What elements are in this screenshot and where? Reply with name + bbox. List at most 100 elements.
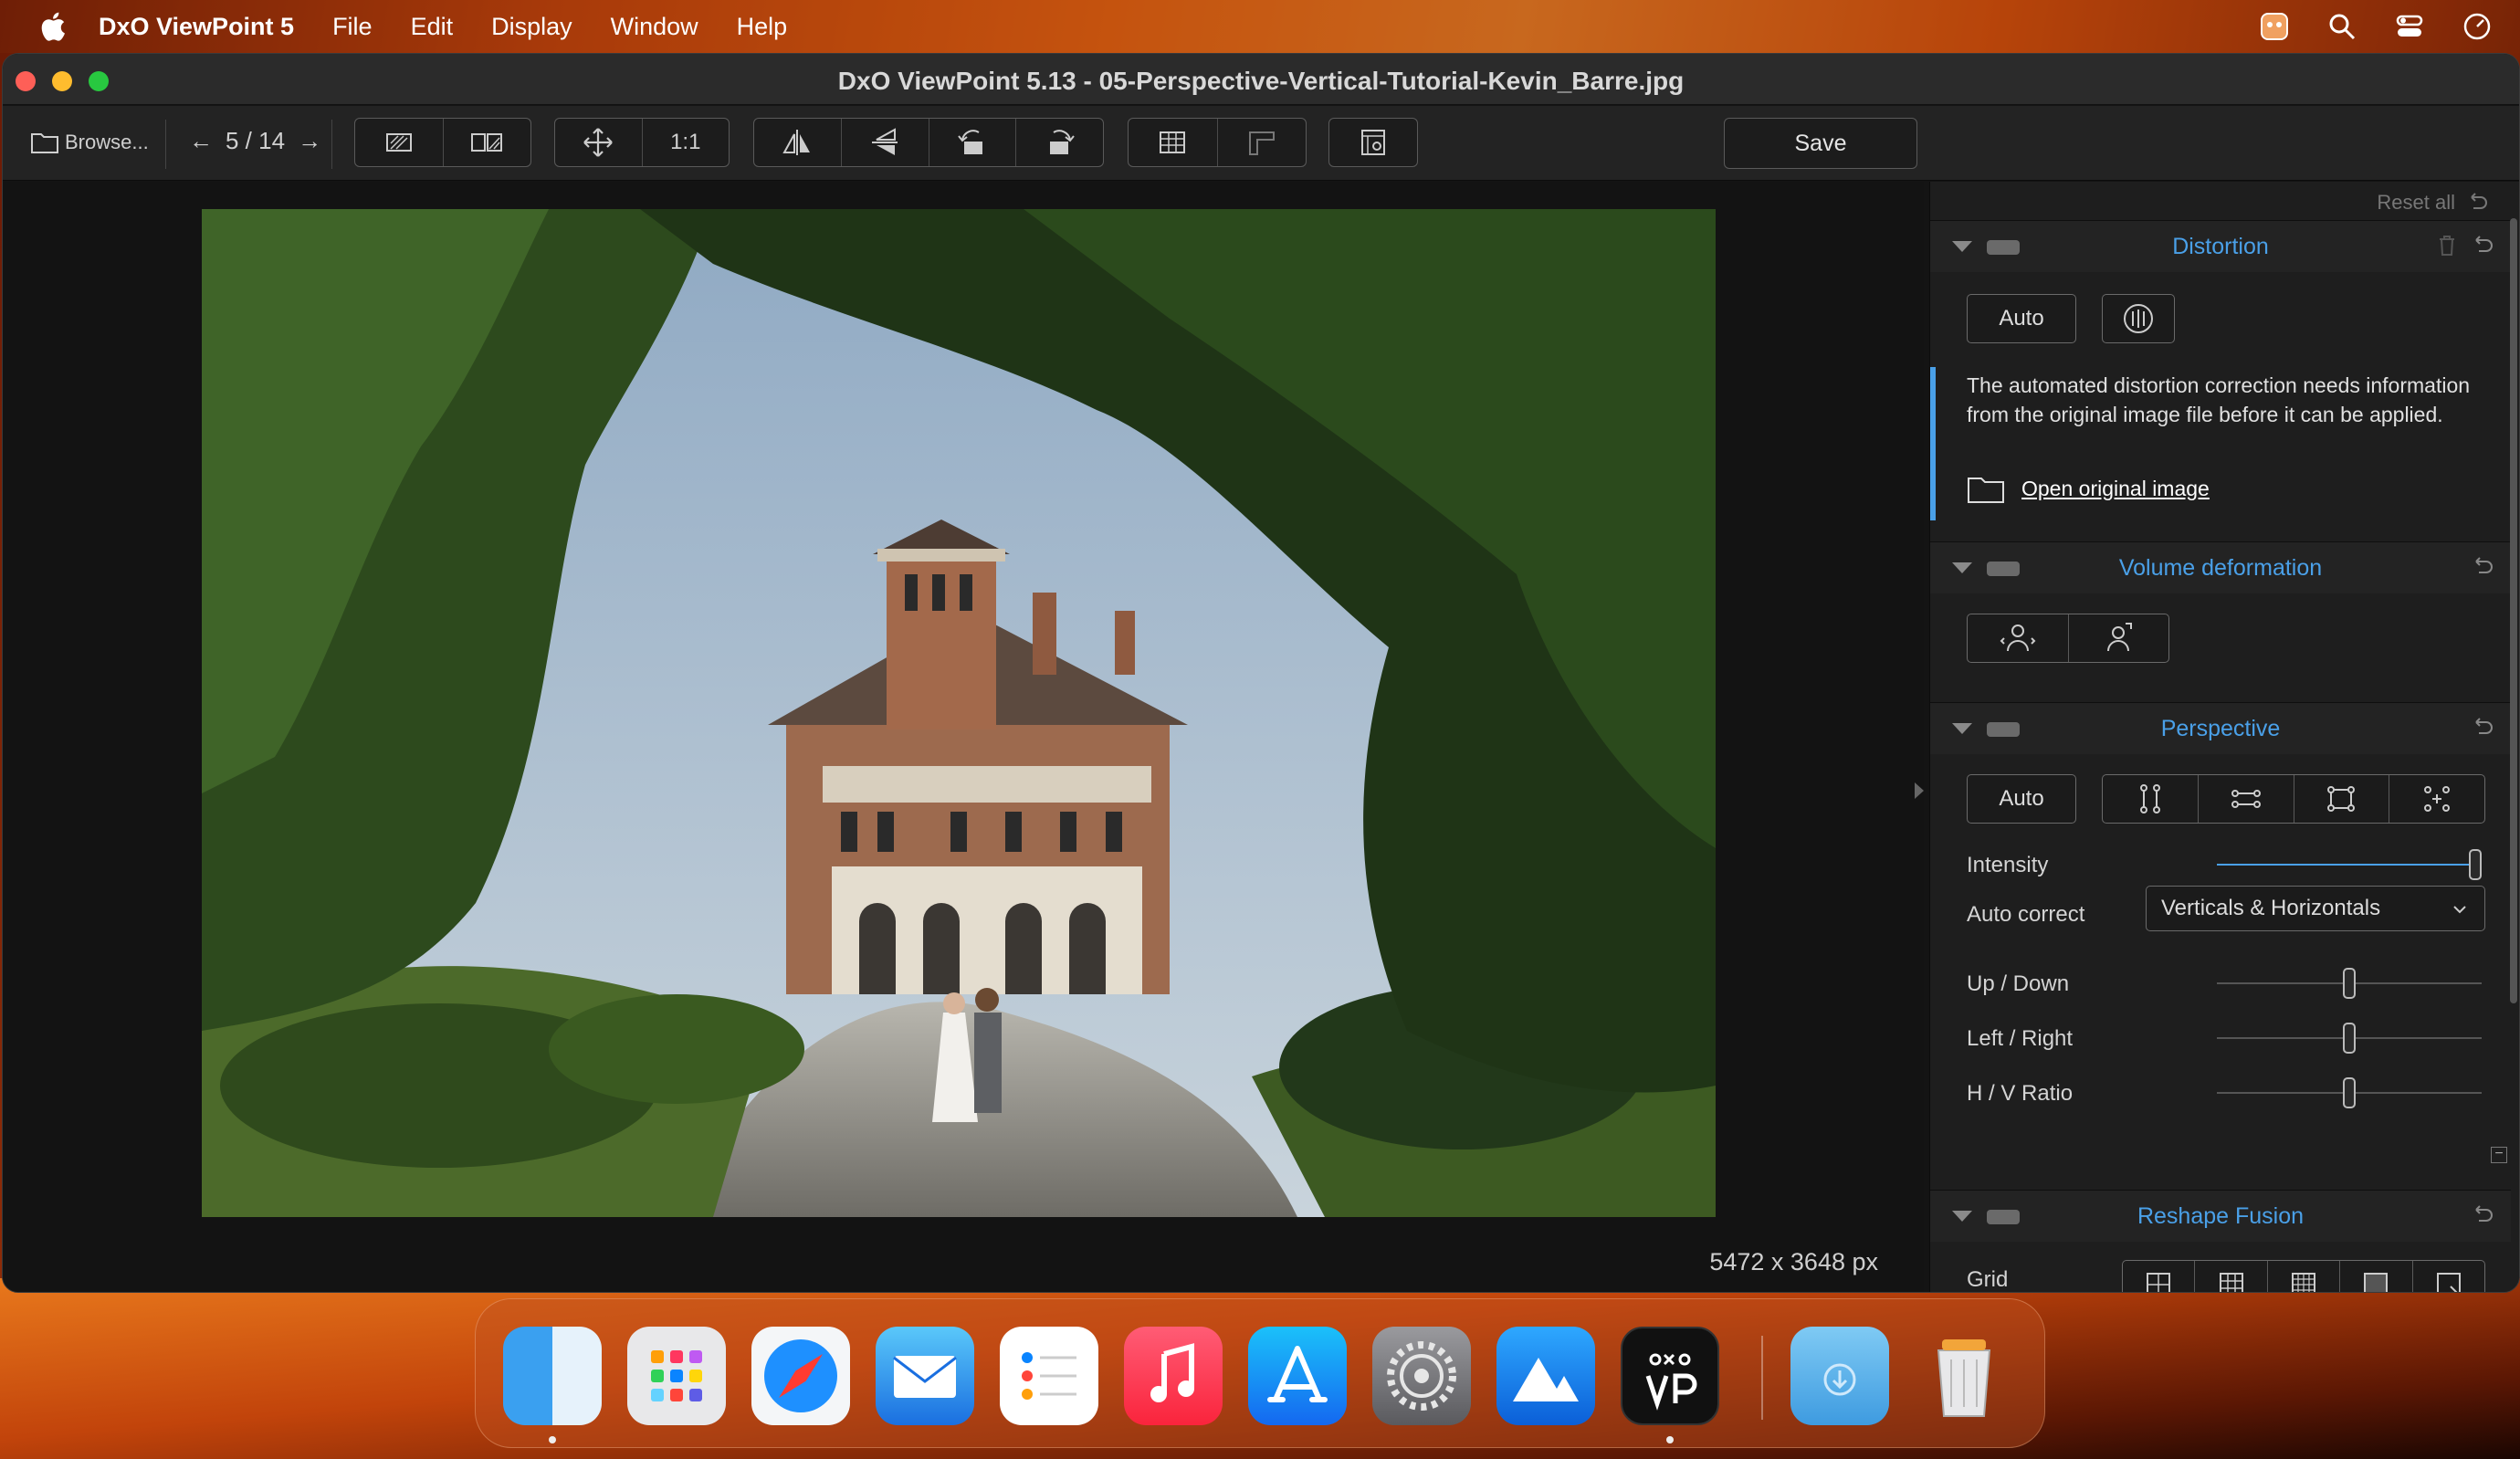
dock-finder-icon[interactable] [503, 1327, 602, 1425]
panel-toggle-group [1328, 118, 1418, 167]
menu-app-name[interactable]: DxO ViewPoint 5 [99, 13, 294, 41]
grid-dense-button[interactable] [2339, 1261, 2411, 1292]
reset-all-button[interactable]: Reset all [2377, 191, 2488, 215]
image-navigation: ← 5 / 14 → [189, 127, 321, 155]
horizontal-lines-button[interactable] [2197, 775, 2294, 823]
intensity-slider-thumb[interactable] [2469, 849, 2482, 880]
grid-custom-button[interactable] [2411, 1261, 2484, 1292]
launchpad-grid-icon [651, 1350, 702, 1401]
rotate-right-icon [1049, 130, 1075, 154]
grid-dense-icon [2364, 1273, 2389, 1292]
folder-icon [31, 133, 58, 153]
status-app-icon[interactable] [2259, 11, 2290, 42]
hv-ratio-slider-thumb[interactable] [2343, 1077, 2356, 1108]
dock-music-icon[interactable] [1124, 1327, 1223, 1425]
menu-edit[interactable]: Edit [411, 13, 454, 41]
left-right-slider-thumb[interactable] [2343, 1023, 2356, 1054]
chevron-down-icon [2453, 906, 2466, 914]
dock-launchpad-icon[interactable] [627, 1327, 726, 1425]
before-after-button[interactable] [355, 119, 443, 166]
reshape-fusion-header[interactable]: Reshape Fusion [1930, 1191, 2511, 1242]
dock [475, 1298, 2045, 1448]
collapse-panel-icon[interactable] [1915, 782, 1924, 799]
undo-icon[interactable] [2471, 555, 2494, 579]
dock-downloads-folder-icon[interactable] [1790, 1327, 1889, 1425]
flip-vertical-button[interactable] [840, 119, 929, 166]
menu-help[interactable]: Help [737, 13, 788, 41]
open-original-label: Open original image [2021, 476, 2210, 500]
move-tool-button[interactable] [555, 119, 642, 166]
fisheye-button[interactable] [2102, 294, 2175, 343]
perspective-header[interactable]: Perspective [1930, 703, 2511, 754]
undo-icon[interactable] [2471, 234, 2494, 257]
apple-logo-icon[interactable] [37, 10, 68, 43]
control-center-icon[interactable] [2394, 11, 2425, 42]
dock-app-store-icon[interactable] [1248, 1327, 1347, 1425]
save-button[interactable]: Save [1724, 118, 1917, 169]
eight-points-icon [2424, 786, 2451, 812]
zoom-1-1-button[interactable]: 1:1 [641, 119, 730, 166]
reset-all-label: Reset all [2377, 191, 2455, 214]
grid-4x4-button[interactable] [2266, 1261, 2339, 1292]
image-dimensions: 5472 x 3648 px [1709, 1248, 1878, 1275]
clock-icon[interactable] [2462, 11, 2493, 42]
intensity-slider-track[interactable] [2217, 864, 2482, 866]
dock-mail-icon[interactable] [876, 1327, 974, 1425]
dock-system-settings-icon[interactable] [1372, 1327, 1471, 1425]
gear-icon [1387, 1341, 1456, 1411]
dock-safari-icon[interactable] [751, 1327, 850, 1425]
rectangle-button[interactable] [2293, 775, 2389, 823]
palette-settings-button[interactable] [1329, 119, 1417, 166]
trash-icon[interactable] [2436, 234, 2458, 257]
grid-4x4-icon [2292, 1273, 2316, 1292]
menu-window[interactable]: Window [611, 13, 698, 41]
toolbar-divider [165, 120, 166, 169]
grid-overlay-button[interactable] [1129, 119, 1217, 166]
mountain-icon [1513, 1358, 1579, 1401]
volume-deformation-header[interactable]: Volume deformation [1930, 542, 2511, 593]
up-down-label: Up / Down [1967, 971, 2070, 996]
dock-trash-icon[interactable] [1915, 1327, 2013, 1425]
grid-2x2-button[interactable] [2123, 1261, 2194, 1292]
distortion-auto-button[interactable]: Auto [1967, 294, 2076, 343]
distortion-header[interactable]: Distortion [1930, 221, 2511, 272]
grid-3x3-button[interactable] [2194, 1261, 2266, 1292]
undo-icon[interactable] [2471, 1203, 2494, 1227]
vertical-lines-button[interactable] [2103, 775, 2198, 823]
auto-correct-dropdown[interactable]: Verticals & Horizontals [2146, 886, 2485, 931]
cylindrical-button[interactable] [1968, 614, 2068, 662]
spotlight-search-icon[interactable] [2326, 11, 2357, 42]
open-original-link[interactable]: Open original image [1967, 473, 2210, 504]
minimize-section-icon[interactable]: − [2491, 1147, 2507, 1163]
person-diagonal-icon [2107, 623, 2133, 652]
next-image-arrow-icon[interactable]: → [298, 127, 321, 155]
menu-display[interactable]: Display [491, 13, 572, 41]
grid-label: Grid [1967, 1267, 2009, 1292]
rotate-left-button[interactable] [928, 119, 1016, 166]
music-note-icon [1150, 1343, 1194, 1402]
rotate-right-button[interactable] [1015, 119, 1103, 166]
dock-reminders-icon[interactable] [1000, 1327, 1098, 1425]
running-indicator [549, 1436, 556, 1443]
image-viewer[interactable]: 5472 x 3648 px [3, 182, 1924, 1292]
toolbar-divider [331, 120, 332, 169]
compass-icon [764, 1339, 837, 1412]
diagonal-button[interactable] [2067, 614, 2169, 662]
dock-dxo-viewpoint-icon[interactable] [1621, 1327, 1719, 1425]
flip-horizontal-button[interactable] [754, 119, 841, 166]
undo-icon[interactable] [2471, 716, 2494, 740]
rectangle-icon [2327, 786, 2356, 812]
dock-affinity-icon[interactable] [1496, 1327, 1595, 1425]
eight-points-button[interactable] [2389, 775, 2484, 823]
split-view-button[interactable] [442, 119, 531, 166]
grid-2x2-icon [2147, 1273, 2171, 1292]
menu-file[interactable]: File [332, 13, 373, 41]
previous-image-arrow-icon[interactable]: ← [189, 127, 213, 155]
browse-button[interactable]: Browse... [30, 131, 149, 154]
perspective-auto-button[interactable]: Auto [1967, 774, 2076, 824]
split-view-icon [471, 133, 503, 152]
photo-preview[interactable] [202, 209, 1716, 1217]
up-down-slider-thumb[interactable] [2343, 968, 2356, 999]
panel-scrollbar[interactable] [2510, 218, 2517, 1003]
ruler-button[interactable] [1216, 119, 1307, 166]
